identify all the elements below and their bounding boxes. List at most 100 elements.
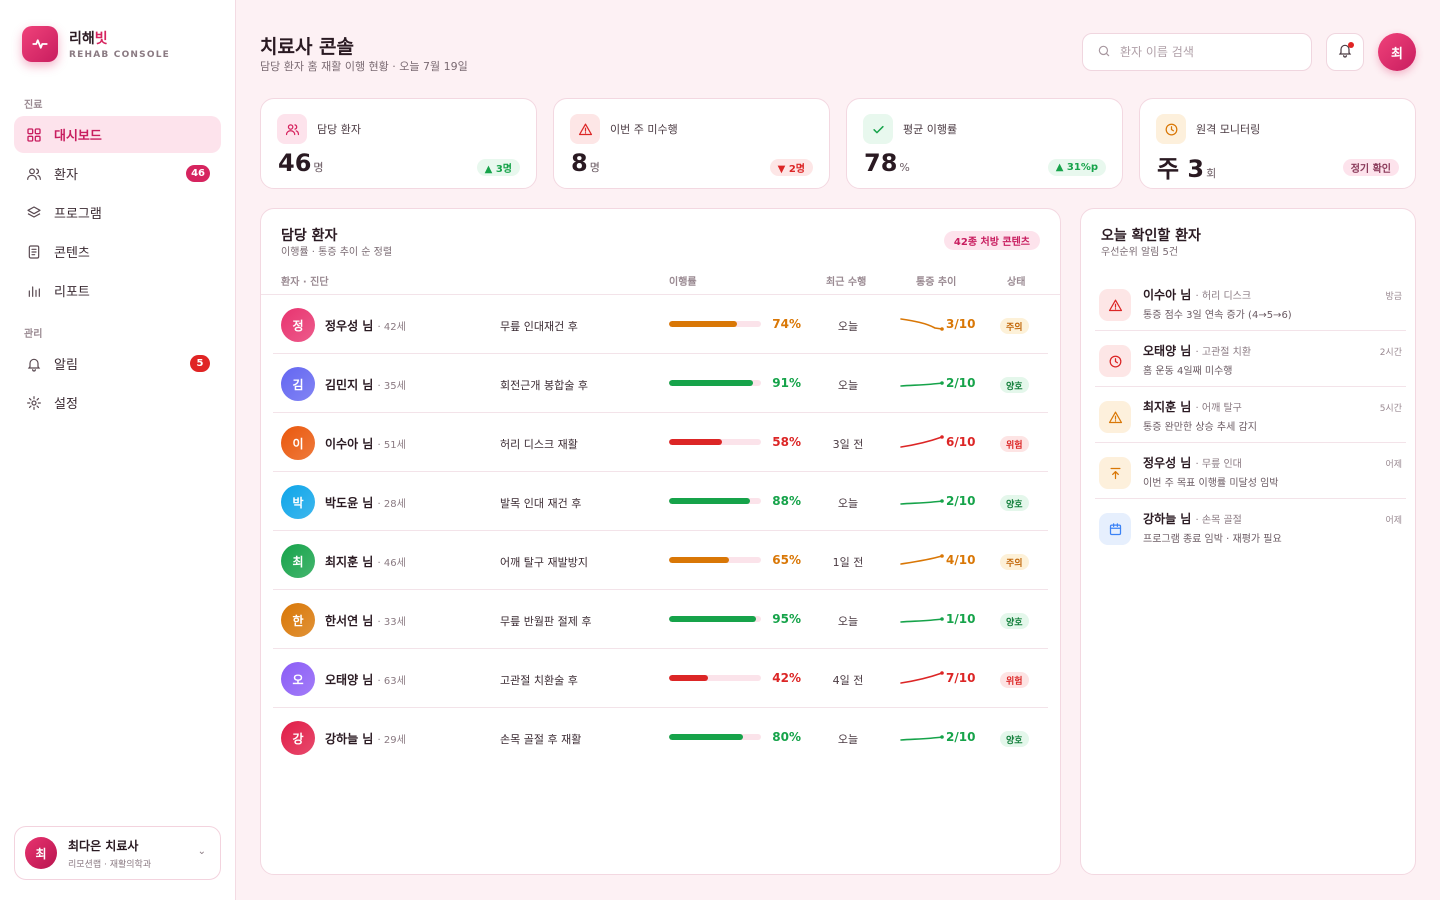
last-session: 오늘 bbox=[837, 320, 859, 333]
pain-trend-sparkline bbox=[900, 381, 944, 387]
adherence-bar bbox=[669, 439, 761, 445]
sidebar-item-label: 설정 bbox=[54, 397, 78, 412]
patient-name[interactable]: 강하늘 님 · 29세 bbox=[325, 730, 406, 747]
nav-section-admin: 관리 bbox=[24, 329, 43, 340]
calendar-icon bbox=[1099, 513, 1131, 545]
notifications-button[interactable] bbox=[1326, 33, 1364, 71]
sidebar-item-contents[interactable]: 콘텐츠 bbox=[14, 233, 221, 270]
sidebar-item-label: 대시보드 bbox=[54, 129, 102, 144]
table-row[interactable]: 이 이수아 님 · 51세 허리 디스크 재활 58% 3일 전 6/10 위험 bbox=[273, 413, 1048, 472]
table-row[interactable]: 한 한서연 님 · 33세 무릎 반월판 절제 후 95% 오늘 1/10 양호 bbox=[273, 590, 1048, 649]
alert-description: 홈 운동 4일째 미수행 bbox=[1143, 366, 1233, 377]
stat-card[interactable]: 평균 이행률 78% ▲ 31%p bbox=[846, 98, 1123, 189]
clock-icon bbox=[1156, 114, 1186, 144]
alert-time: 어제 bbox=[1385, 460, 1402, 470]
sidebar-item-dashboard[interactable]: 대시보드 bbox=[14, 116, 221, 153]
patient-diagnosis: 무릎 인대재건 후 bbox=[500, 320, 578, 333]
status-badge: 주의 bbox=[1000, 554, 1029, 570]
adherence-value: 91% bbox=[772, 376, 801, 390]
page-title: 치료사 콘솔 bbox=[260, 36, 355, 58]
sidebar-item-reports[interactable]: 리포트 bbox=[14, 272, 221, 309]
header-avatar[interactable]: 최 bbox=[1378, 33, 1416, 71]
adherence-value: 80% bbox=[772, 730, 801, 744]
patient-name[interactable]: 최지훈 님 · 46세 bbox=[325, 553, 406, 570]
column-header-patient[interactable]: 환자 · 진단 bbox=[281, 273, 329, 288]
sidebar-item-label: 환자 bbox=[54, 168, 78, 183]
list-item[interactable]: 오태양 님 · 고관절 치환 홈 운동 4일째 미수행 2시간 bbox=[1095, 331, 1406, 387]
patients-panel-title: 담당 환자 bbox=[281, 228, 338, 244]
alert-patient-name: 오태양 님 · 고관절 치환 bbox=[1143, 344, 1252, 358]
pain-score: 4/10 bbox=[946, 553, 976, 567]
sidebar-item-settings[interactable]: 설정 bbox=[14, 384, 221, 421]
avatar: 한 bbox=[281, 603, 315, 637]
patient-name[interactable]: 오태양 님 · 63세 bbox=[325, 671, 406, 688]
adherence-bar bbox=[669, 616, 761, 622]
patient-name[interactable]: 정우성 님 · 42세 bbox=[325, 317, 406, 334]
column-header-status[interactable]: 상태 bbox=[1007, 273, 1025, 288]
list-item[interactable]: 최지훈 님 · 어깨 탈구 통증 완만한 상승 추세 감지 5시간 bbox=[1095, 387, 1406, 443]
status-badge: 양호 bbox=[1000, 377, 1029, 393]
list-item[interactable]: 이수아 님 · 허리 디스크 통증 점수 3일 연속 증가 (4→5→6) 방금 bbox=[1095, 275, 1406, 331]
alert-patient-name: 강하늘 님 · 손목 골절 bbox=[1143, 512, 1242, 526]
list-item[interactable]: 정우성 님 · 무릎 인대 이번 주 목표 이행률 미달성 임박 어제 bbox=[1095, 443, 1406, 499]
alerts-count-badge: 5 bbox=[190, 355, 210, 372]
users-icon bbox=[26, 166, 42, 182]
users-icon bbox=[277, 114, 307, 144]
sidebar-item-label: 리포트 bbox=[54, 285, 90, 300]
last-session: 4일 전 bbox=[832, 674, 864, 687]
patient-name[interactable]: 이수아 님 · 51세 bbox=[325, 435, 406, 452]
patients-panel-subtitle: 이행률 · 통증 추이 순 정렬 bbox=[281, 247, 393, 258]
alert-time: 2시간 bbox=[1379, 348, 1402, 358]
sidebar-item-patients[interactable]: 환자 46 bbox=[14, 155, 221, 192]
table-row[interactable]: 오 오태양 님 · 63세 고관절 치환술 후 42% 4일 전 7/10 위험 bbox=[273, 649, 1048, 708]
search-icon bbox=[1097, 43, 1111, 62]
pain-trend-sparkline bbox=[900, 499, 944, 505]
table-row[interactable]: 최 최지훈 님 · 46세 어깨 탈구 재발방지 65% 1일 전 4/10 주… bbox=[273, 531, 1048, 590]
list-item[interactable]: 강하늘 님 · 손목 골절 프로그램 종료 임박 · 재평가 필요 어제 bbox=[1095, 499, 1406, 555]
status-badge: 위험 bbox=[1000, 672, 1029, 688]
alert-description: 이번 주 목표 이행률 미달성 임박 bbox=[1143, 478, 1279, 489]
column-header-last[interactable]: 최근 수행 bbox=[826, 273, 866, 288]
patient-diagnosis: 어깨 탈구 재발방지 bbox=[500, 556, 588, 569]
sidebar-item-alerts[interactable]: 알림 5 bbox=[14, 345, 221, 382]
table-row[interactable]: 정 정우성 님 · 42세 무릎 인대재건 후 74% 오늘 3/10 주의 bbox=[273, 295, 1048, 354]
search-input[interactable] bbox=[1120, 45, 1290, 59]
brand[interactable]: 리해빗 REHAB CONSOLE bbox=[22, 26, 170, 62]
search-box[interactable] bbox=[1082, 33, 1312, 71]
avatar: 박 bbox=[281, 485, 315, 519]
table-row[interactable]: 박 박도윤 님 · 28세 발목 인대 재건 후 88% 오늘 2/10 양호 bbox=[273, 472, 1048, 531]
arrow-up-icon bbox=[1099, 457, 1131, 489]
patient-diagnosis: 손목 골절 후 재활 bbox=[500, 733, 582, 746]
adherence-bar-fill bbox=[669, 498, 750, 504]
pain-trend-sparkline bbox=[900, 318, 944, 331]
chevron-down-icon[interactable]: ⌄ bbox=[198, 846, 206, 857]
status-badge: 양호 bbox=[1000, 731, 1029, 747]
user-profile-card[interactable]: 최 최다은 치료사 리모션랩 · 재활의학과 ⌄ bbox=[14, 826, 221, 880]
stat-card[interactable]: 담당 환자 46 명 ▲ 3명 bbox=[260, 98, 537, 189]
avatar: 오 bbox=[281, 662, 315, 696]
table-row[interactable]: 강 강하늘 님 · 29세 손목 골절 후 재활 80% 오늘 2/10 양호 bbox=[273, 708, 1048, 767]
patient-name[interactable]: 박도윤 님 · 28세 bbox=[325, 494, 406, 511]
content-count-badge[interactable]: 42종 처방 콘텐츠 bbox=[943, 231, 1040, 250]
patient-name[interactable]: 한서연 님 · 33세 bbox=[325, 612, 406, 629]
stat-card[interactable]: 원격 모니터링 주 3회 정기 확인 bbox=[1139, 98, 1416, 189]
alerts-panel-subtitle: 우선순위 알림 5건 bbox=[1101, 247, 1179, 258]
sidebar-item-programs[interactable]: 프로그램 bbox=[14, 194, 221, 231]
pain-trend-sparkline bbox=[900, 435, 944, 448]
last-session: 오늘 bbox=[837, 497, 859, 510]
last-session: 3일 전 bbox=[832, 438, 864, 451]
table-row[interactable]: 김 김민지 님 · 35세 회전근개 봉합술 후 91% 오늘 2/10 양호 bbox=[273, 354, 1048, 413]
avatar: 최 bbox=[25, 837, 57, 869]
adherence-bar bbox=[669, 498, 761, 504]
alerts-panel-title: 오늘 확인할 환자 bbox=[1101, 228, 1201, 244]
adherence-bar bbox=[669, 321, 761, 327]
adherence-bar-fill bbox=[669, 734, 743, 740]
clock-icon bbox=[1099, 345, 1131, 377]
column-header-adherence[interactable]: 이행률 bbox=[669, 273, 697, 288]
stat-label: 평균 이행률 bbox=[903, 123, 958, 136]
status-badge: 위험 bbox=[1000, 436, 1029, 452]
stat-value: 78% bbox=[864, 149, 910, 177]
patient-name[interactable]: 김민지 님 · 35세 bbox=[325, 376, 406, 393]
column-header-pain[interactable]: 통증 추이 bbox=[916, 273, 956, 288]
stat-card[interactable]: 이번 주 미수행 8명 ▼ 2명 bbox=[553, 98, 830, 189]
